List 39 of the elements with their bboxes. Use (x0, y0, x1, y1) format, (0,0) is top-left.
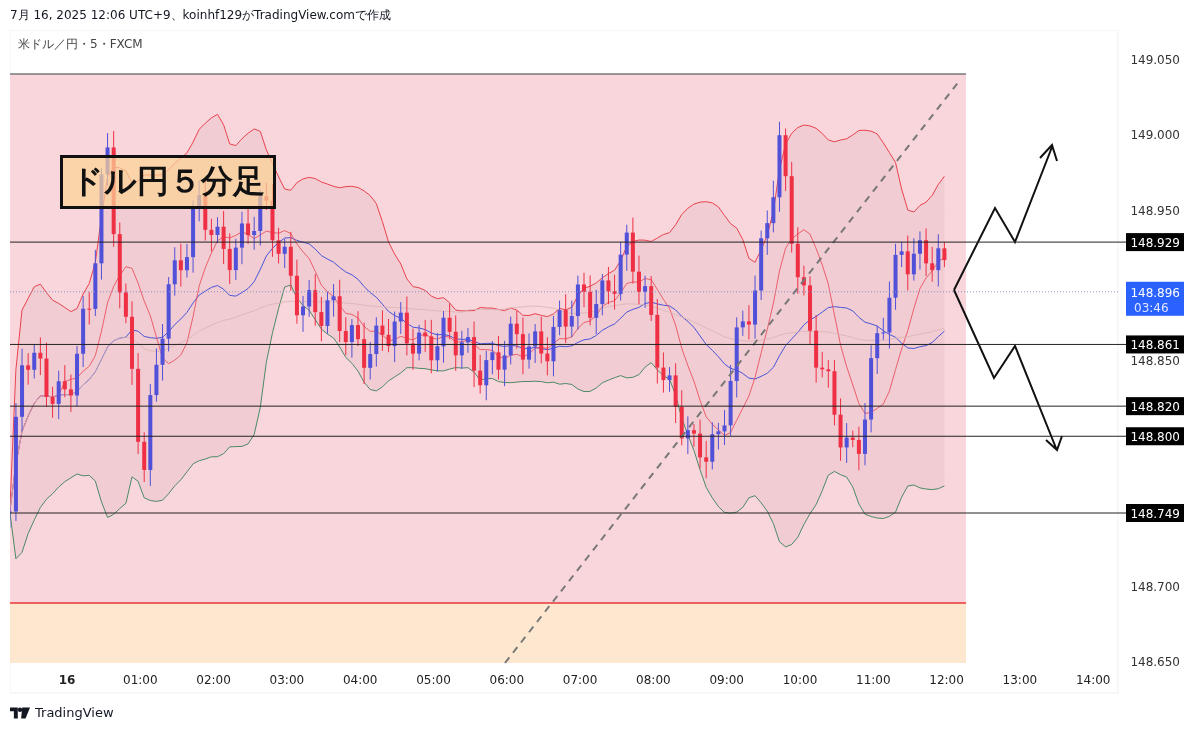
price-tag: 148.929 (1126, 233, 1184, 252)
time-tick-label: 09:00 (709, 673, 744, 687)
time-tick-label: 10:00 (782, 673, 818, 687)
candlestick (411, 328, 415, 371)
price-tick-label: 149.050 (1130, 53, 1180, 67)
time-tick-label: 16 (58, 673, 76, 687)
candlestick (808, 275, 812, 346)
time-tick-label: 11:00 (856, 673, 891, 687)
price-tag: 148.800 (1126, 427, 1184, 446)
price-tag: 148.749 (1126, 504, 1184, 522)
time-tick-label: 06:00 (489, 673, 525, 687)
price-tag: 148.820 (1126, 397, 1184, 416)
candlestick (582, 272, 586, 308)
time-tick-label: 04:00 (342, 673, 378, 687)
time-tick-label: 14:00 (1075, 673, 1111, 687)
time-tick-label: 05:00 (416, 673, 451, 687)
price-tick-label: 149.000 (1130, 128, 1180, 143)
price-tick-label: 148.700 (1130, 579, 1180, 594)
symbol-label: 米ドル／円・5・FXCM (18, 37, 143, 51)
candlestick (863, 402, 867, 466)
time-tick-label: 02:00 (196, 673, 231, 687)
time-tick-label: 12:00 (929, 673, 964, 687)
time-tick-label: 01:00 (123, 673, 158, 687)
chart-caption: 7月 16, 2025 12:06 UTC+9、koinhf129がTradingView.comで作成 (10, 6, 391, 24)
chart-annotation: ドル円５分足 (60, 155, 276, 209)
price-tag: 148.861 (1126, 335, 1184, 354)
brand-name: TradingView (35, 705, 114, 720)
time-tick-label: 03:00 (269, 673, 305, 687)
current-price-tag: 148.896 03:46 (1126, 281, 1184, 316)
candlestick (637, 255, 641, 305)
candlestick (75, 345, 79, 407)
price-tick-label: 148.850 (1130, 354, 1180, 368)
price-tick-label: 148.650 (1130, 655, 1180, 669)
time-tick-label: 07:00 (562, 673, 598, 687)
candlestick (356, 310, 360, 347)
tradingview-logo-icon (10, 706, 30, 719)
time-tick-label: 08:00 (636, 673, 671, 687)
price-tick-label: 148.950 (1130, 203, 1180, 218)
time-tick-label: 13:00 (1002, 673, 1038, 687)
